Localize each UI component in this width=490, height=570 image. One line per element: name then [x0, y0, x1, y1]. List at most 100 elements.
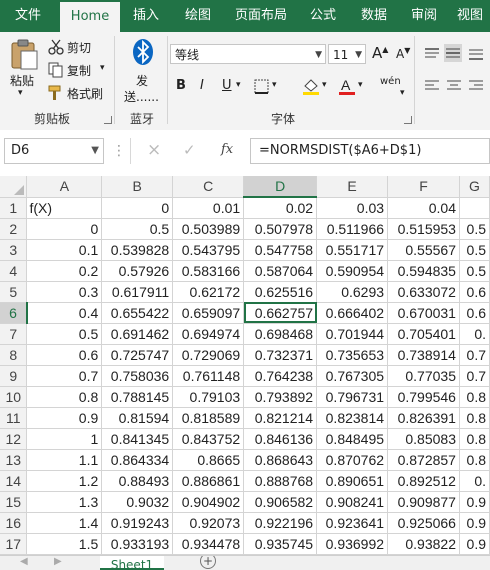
- cell-f4[interactable]: 0.594835: [387, 260, 460, 282]
- column-header-g[interactable]: G: [459, 176, 490, 198]
- cell-e16[interactable]: 0.923641: [316, 512, 389, 534]
- clipboard-launcher-icon[interactable]: [104, 116, 112, 124]
- row-header-9[interactable]: 9: [0, 365, 28, 387]
- cell-e8[interactable]: 0.735653: [316, 344, 389, 366]
- tab-insert[interactable]: 插入: [122, 0, 170, 32]
- align-center-icon[interactable]: [446, 78, 462, 94]
- cell-b4[interactable]: 0.57926: [101, 260, 174, 282]
- cell-d4[interactable]: 0.587064: [243, 260, 318, 282]
- cell-g6[interactable]: 0.6: [459, 302, 490, 324]
- row-header-8[interactable]: 8: [0, 344, 28, 366]
- cell-f3[interactable]: 0.55567: [387, 239, 460, 261]
- cell-a8[interactable]: 0.6: [26, 344, 103, 366]
- cell-f11[interactable]: 0.826391: [387, 407, 460, 429]
- enter-icon[interactable]: ✓: [183, 141, 196, 159]
- cell-e12[interactable]: 0.848495: [316, 428, 389, 450]
- cell-b1[interactable]: 0: [101, 197, 174, 219]
- tab-review[interactable]: 审阅: [402, 0, 446, 32]
- cell-g14[interactable]: 0.: [459, 470, 490, 492]
- cancel-icon[interactable]: ×: [147, 140, 161, 160]
- cell-d17[interactable]: 0.935745: [243, 533, 318, 555]
- cell-b3[interactable]: 0.539828: [101, 239, 174, 261]
- bold-button[interactable]: B: [176, 78, 186, 93]
- column-header-d[interactable]: D: [243, 176, 318, 198]
- cell-a15[interactable]: 1.3: [26, 491, 103, 513]
- cell-d10[interactable]: 0.793892: [243, 386, 318, 408]
- cell-g5[interactable]: 0.6: [459, 281, 490, 303]
- sheet-tab-sheet1[interactable]: Sheet1: [100, 556, 164, 570]
- cell-g4[interactable]: 0.5: [459, 260, 490, 282]
- tab-page-layout[interactable]: 页面布局: [226, 0, 296, 32]
- cell-c2[interactable]: 0.503989: [172, 218, 245, 240]
- phonetic-dropdown-icon[interactable]: ▾: [400, 88, 405, 98]
- cell-c8[interactable]: 0.729069: [172, 344, 245, 366]
- cell-c17[interactable]: 0.934478: [172, 533, 245, 555]
- cell-a14[interactable]: 1.2: [26, 470, 103, 492]
- bluetooth-send-button[interactable]: 发 送......: [120, 36, 164, 106]
- tab-draw[interactable]: 绘图: [174, 0, 222, 32]
- cell-c9[interactable]: 0.761148: [172, 365, 245, 387]
- cell-a4[interactable]: 0.2: [26, 260, 103, 282]
- row-header-6[interactable]: 6: [0, 302, 28, 324]
- copy-dropdown-icon[interactable]: ▾: [100, 63, 105, 73]
- cell-g8[interactable]: 0.7: [459, 344, 490, 366]
- tab-formulas[interactable]: 公式: [300, 0, 346, 32]
- cell-d2[interactable]: 0.507978: [243, 218, 318, 240]
- row-header-17[interactable]: 17: [0, 533, 28, 555]
- cell-a1[interactable]: f(X): [26, 197, 103, 219]
- fill-color-icon[interactable]: [302, 77, 320, 95]
- tab-view[interactable]: 视图: [450, 0, 490, 32]
- cell-b8[interactable]: 0.725747: [101, 344, 174, 366]
- cell-e6[interactable]: 0.666402: [316, 302, 389, 324]
- cell-e10[interactable]: 0.796731: [316, 386, 389, 408]
- cell-c13[interactable]: 0.8665: [172, 449, 245, 471]
- cell-e14[interactable]: 0.890651: [316, 470, 389, 492]
- phonetic-button[interactable]: wén: [380, 76, 401, 87]
- align-middle-icon[interactable]: [444, 44, 462, 62]
- cell-b17[interactable]: 0.933193: [101, 533, 174, 555]
- cell-e13[interactable]: 0.870762: [316, 449, 389, 471]
- cell-b7[interactable]: 0.691462: [101, 323, 174, 345]
- cell-e3[interactable]: 0.551717: [316, 239, 389, 261]
- cell-d8[interactable]: 0.732371: [243, 344, 318, 366]
- cell-f6[interactable]: 0.670031: [387, 302, 460, 324]
- cell-c16[interactable]: 0.92073: [172, 512, 245, 534]
- borders-icon[interactable]: [254, 79, 270, 95]
- borders-dropdown-icon[interactable]: ▾: [272, 80, 277, 90]
- align-top-icon[interactable]: [424, 46, 440, 62]
- insert-function-icon[interactable]: fx: [221, 142, 233, 157]
- italic-button[interactable]: I: [200, 78, 204, 93]
- scroll-right-icon[interactable]: ▶: [54, 556, 62, 567]
- cell-d12[interactable]: 0.846136: [243, 428, 318, 450]
- cell-f8[interactable]: 0.738914: [387, 344, 460, 366]
- cell-g13[interactable]: 0.8: [459, 449, 490, 471]
- cell-c10[interactable]: 0.79103: [172, 386, 245, 408]
- cell-f9[interactable]: 0.77035: [387, 365, 460, 387]
- cell-e4[interactable]: 0.590954: [316, 260, 389, 282]
- cell-c4[interactable]: 0.583166: [172, 260, 245, 282]
- column-header-c[interactable]: C: [172, 176, 245, 198]
- cell-a10[interactable]: 0.8: [26, 386, 103, 408]
- cell-b16[interactable]: 0.919243: [101, 512, 174, 534]
- cell-d14[interactable]: 0.888768: [243, 470, 318, 492]
- cell-g7[interactable]: 0.: [459, 323, 490, 345]
- scroll-left-icon[interactable]: ◀: [20, 556, 28, 567]
- cell-a3[interactable]: 0.1: [26, 239, 103, 261]
- cell-a9[interactable]: 0.7: [26, 365, 103, 387]
- drag-handle-icon[interactable]: ⋮: [112, 144, 126, 158]
- select-all-corner[interactable]: [0, 176, 28, 198]
- cell-c14[interactable]: 0.886861: [172, 470, 245, 492]
- cell-b10[interactable]: 0.788145: [101, 386, 174, 408]
- format-painter-button[interactable]: 格式刷: [48, 84, 108, 102]
- cell-b9[interactable]: 0.758036: [101, 365, 174, 387]
- cell-g15[interactable]: 0.9: [459, 491, 490, 513]
- cell-b12[interactable]: 0.841345: [101, 428, 174, 450]
- cell-e11[interactable]: 0.823814: [316, 407, 389, 429]
- row-header-4[interactable]: 4: [0, 260, 28, 282]
- cell-g10[interactable]: 0.8: [459, 386, 490, 408]
- align-bottom-icon[interactable]: [468, 46, 484, 62]
- tab-data[interactable]: 数据: [350, 0, 398, 32]
- row-header-13[interactable]: 13: [0, 449, 28, 471]
- cell-d11[interactable]: 0.821214: [243, 407, 318, 429]
- cell-g11[interactable]: 0.8: [459, 407, 490, 429]
